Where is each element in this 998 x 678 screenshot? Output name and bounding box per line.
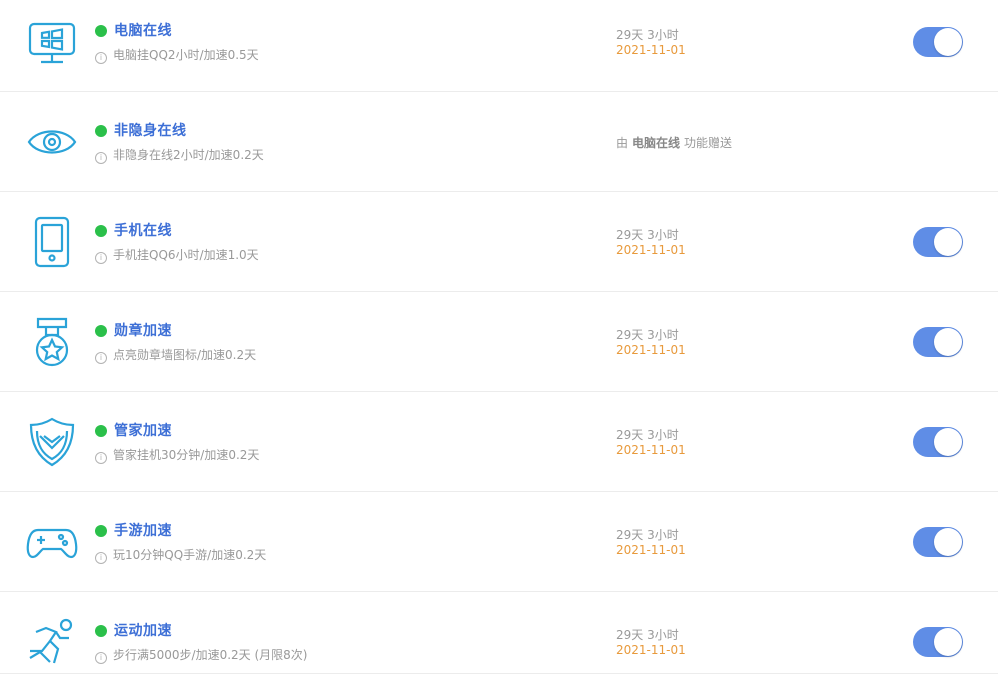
item-desc-text: 手机挂QQ6小时/加速1.0天 — [113, 248, 259, 262]
eye-icon — [26, 116, 78, 168]
item-desc-text: 非隐身在线2小时/加速0.2天 — [113, 148, 264, 162]
item-desc-text: 点亮勋章墙图标/加速0.2天 — [113, 348, 257, 362]
item-title: 手机在线 — [114, 223, 172, 239]
status-dot — [95, 525, 107, 537]
info-icon: i — [95, 352, 107, 364]
list-item-computer-online: 电脑在线 i 电脑挂QQ2小时/加速0.5天 29天 3小时 2021-11-01 — [0, 0, 998, 92]
item-desc: i 非隐身在线2小时/加速0.2天 — [95, 146, 264, 164]
item-desc: i 管家挂机30分钟/加速0.2天 — [95, 446, 259, 464]
computer-online-toggle[interactable] — [913, 27, 963, 57]
phone-online-toggle[interactable] — [913, 227, 963, 257]
gamepad-icon — [26, 516, 78, 568]
manager-boost-toggle[interactable] — [913, 427, 963, 457]
expire-date: 2021-11-01 — [616, 643, 686, 657]
mobile-game-boost-toggle[interactable] — [913, 527, 963, 557]
remaining-time: 29天 3小时 — [616, 428, 679, 442]
toggle-knob — [934, 228, 962, 256]
expire-date: 2021-11-01 — [616, 443, 686, 457]
item-title: 勋章加速 — [114, 323, 172, 339]
phone-icon — [26, 216, 78, 268]
status-dot — [95, 25, 107, 37]
expire-date: 2021-11-01 — [616, 543, 686, 557]
gift-source: 电脑在线 — [632, 136, 681, 150]
medal-boost-toggle[interactable] — [913, 327, 963, 357]
gift-note: 由电脑在线 功能赠送 — [616, 134, 732, 151]
expire-date: 2021-11-01 — [616, 343, 686, 357]
running-icon — [26, 616, 78, 668]
item-desc-text: 管家挂机30分钟/加速0.2天 — [113, 448, 260, 462]
item-title: 电脑在线 — [114, 23, 172, 39]
remaining-time: 29天 3小时 — [616, 28, 679, 42]
remaining-time: 29天 3小时 — [616, 228, 679, 242]
expire-date: 2021-11-01 — [616, 243, 686, 257]
gift-prefix: 由 — [616, 136, 629, 150]
medal-icon — [26, 316, 78, 368]
remaining-time: 29天 3小时 — [616, 628, 679, 642]
remaining-time: 29天 3小时 — [616, 528, 679, 542]
expire-date: 2021-11-01 — [616, 43, 686, 57]
info-icon: i — [95, 52, 107, 64]
list-item-manager-boost: 管家加速 i 管家挂机30分钟/加速0.2天 29天 3小时 2021-11-01 — [0, 392, 998, 492]
item-desc-text: 电脑挂QQ2小时/加速0.5天 — [113, 48, 259, 62]
info-icon: i — [95, 152, 107, 164]
list-item-medal-boost: 勋章加速 i 点亮勋章墙图标/加速0.2天 29天 3小时 2021-11-01 — [0, 292, 998, 392]
item-desc-text: 步行满5000步/加速0.2天 (月限8次) — [113, 648, 308, 662]
status-dot — [95, 125, 107, 137]
list-item-phone-online: 手机在线 i 手机挂QQ6小时/加速1.0天 29天 3小时 2021-11-01 — [0, 192, 998, 292]
item-desc: i 玩10分钟QQ手游/加速0.2天 — [95, 546, 266, 564]
status-dot — [95, 225, 107, 237]
status-dot — [95, 625, 107, 637]
toggle-knob — [934, 528, 962, 556]
remaining-time: 29天 3小时 — [616, 328, 679, 342]
gift-suffix: 功能赠送 — [684, 136, 733, 150]
info-icon: i — [95, 552, 107, 564]
item-title: 运动加速 — [114, 623, 172, 639]
item-desc: i 手机挂QQ6小时/加速1.0天 — [95, 246, 259, 264]
status-dot — [95, 425, 107, 437]
toggle-knob — [934, 428, 962, 456]
list-item-sport-boost: 运动加速 i 步行满5000步/加速0.2天 (月限8次) 29天 3小时 202… — [0, 592, 998, 674]
item-title: 非隐身在线 — [114, 123, 187, 139]
acceleration-list: 电脑在线 i 电脑挂QQ2小时/加速0.5天 29天 3小时 2021-11-01… — [0, 0, 998, 678]
info-icon: i — [95, 652, 107, 664]
status-dot — [95, 325, 107, 337]
item-title: 手游加速 — [114, 523, 172, 539]
computer-icon — [26, 16, 78, 68]
info-icon: i — [95, 452, 107, 464]
info-icon: i — [95, 252, 107, 264]
shield-icon — [26, 416, 78, 468]
toggle-knob — [934, 28, 962, 56]
sport-boost-toggle[interactable] — [913, 627, 963, 657]
list-item-mobile-game-boost: 手游加速 i 玩10分钟QQ手游/加速0.2天 29天 3小时 2021-11-0… — [0, 492, 998, 592]
item-desc: i 步行满5000步/加速0.2天 (月限8次) — [95, 646, 307, 664]
list-item-visible-online: 非隐身在线 i 非隐身在线2小时/加速0.2天 由电脑在线 功能赠送 — [0, 92, 998, 192]
item-desc: i 点亮勋章墙图标/加速0.2天 — [95, 346, 256, 364]
toggle-knob — [934, 628, 962, 656]
toggle-knob — [934, 328, 962, 356]
item-title: 管家加速 — [114, 423, 172, 439]
item-desc: i 电脑挂QQ2小时/加速0.5天 — [95, 46, 259, 64]
item-desc-text: 玩10分钟QQ手游/加速0.2天 — [113, 548, 267, 562]
